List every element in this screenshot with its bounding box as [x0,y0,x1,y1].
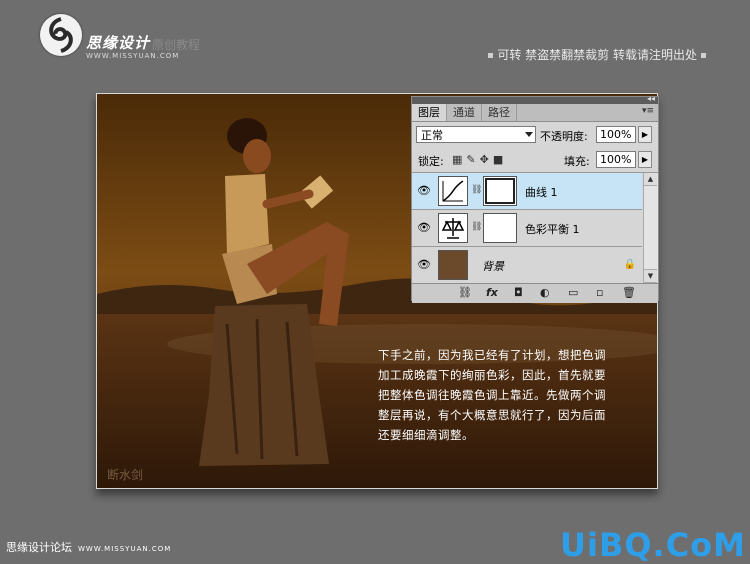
padlock-icon: 🔒 [623,259,636,270]
lock-move-icon[interactable]: ✥ [480,153,493,166]
fill-label: 填充: [564,155,590,168]
uibq-logo: UiBQ.CoM [559,526,746,564]
lock-options[interactable]: ▦✎✥■ [452,153,507,166]
logo-subtitle: 原创教程 [152,38,201,52]
scroll-down-icon[interactable]: ▼ [644,269,657,283]
background-thumb [438,250,468,280]
adjustment-icon[interactable]: ◐ [540,286,550,299]
mask-icon[interactable]: ◘ [514,286,523,299]
photo-watermark: 断水剑 [107,468,144,482]
lock-brush-icon[interactable]: ✎ [466,153,479,166]
layer-name[interactable]: 色彩平衡 1 [525,221,580,237]
eye-icon[interactable]: 👁 [416,183,432,199]
tab-channels[interactable]: 通道 [447,104,482,121]
layers-list: 👁 ⛓ 曲线 1 👁 ⛓ 色彩平衡 1 👁 背景 🔒 ▲ ▼ [412,173,658,284]
collapse-icon[interactable]: ◂◂ [647,94,655,103]
caption-line: 下手之前，因为我已经有了计划，想把色调 [378,348,606,362]
new-layer-icon[interactable]: ▫ [596,286,603,299]
caption-line: 还要细细滴调整。 [378,428,474,442]
opacity-arrow-icon[interactable]: ▶ [638,126,652,143]
site-logo[interactable]: 思缘设计 原创教程 WWW.MISSYUAN.COM [40,14,240,64]
logo-swirl-icon [40,14,82,56]
fill-input[interactable]: 100% [596,151,636,168]
layer-background[interactable]: 👁 背景 🔒 [412,247,642,284]
logo-url: WWW.MISSYUAN.COM [86,52,180,60]
curves-icon [438,176,468,206]
opacity-input[interactable]: 100% [596,126,636,143]
dropdown-arrow-icon [525,132,533,137]
bullet-square-icon [488,53,494,58]
layer-mask-thumb[interactable] [483,176,517,206]
lock-transparent-icon[interactable]: ▦ [452,153,466,166]
caption-line: 加工成晚霞下的绚丽色彩，因此，首先就要 [378,368,606,382]
bullet-square-icon [701,53,706,58]
forum-name: 思缘设计论坛 [6,541,72,554]
link-icon[interactable]: ⛓ [458,286,472,299]
panel-title-bar[interactable]: ◂◂ [412,94,658,104]
forum-footer: 思缘设计论坛 WWW.MISSYUAN.COM [6,539,171,555]
lock-label: 锁定: [418,155,444,168]
caption-line: 把整体色调往晚霞色调上靠近。先做两个调 [378,388,606,402]
opacity-label: 不透明度: [540,130,588,143]
tutorial-caption: 下手之前，因为我已经有了计划，想把色调 加工成晚霞下的绚丽色彩，因此，首先就要 … [378,345,648,445]
logo-brand-text: 思缘设计 [86,34,151,52]
layer-color-balance[interactable]: 👁 ⛓ 色彩平衡 1 [412,210,642,247]
lock-row: 锁定: ▦✎✥■ 填充: 100% ▶ [412,148,658,173]
layer-name[interactable]: 曲线 1 [525,184,558,200]
layer-name[interactable]: 背景 [482,258,504,274]
layers-panel: ◂◂ 图层 通道 路径 ▾≡ 正常 不透明度: 100% ▶ 锁定: ▦✎✥■ … [411,94,659,303]
link-chain-icon[interactable]: ⛓ [471,185,482,195]
eye-icon[interactable]: 👁 [416,220,432,236]
trash-icon[interactable]: 🗑 [622,286,636,299]
copyright-notice: 可转 禁盗禁翻禁裁剪 转载请注明出处 [484,46,710,63]
panel-tabs: 图层 通道 路径 ▾≡ [412,104,658,122]
folder-icon[interactable]: ▭ [568,286,578,299]
blend-mode-select[interactable]: 正常 [416,126,536,143]
forum-url: WWW.MISSYUAN.COM [78,545,172,553]
eye-icon[interactable]: 👁 [416,257,432,273]
notice-text: 可转 禁盗禁翻禁裁剪 转载请注明出处 [497,48,697,62]
layer-curves[interactable]: 👁 ⛓ 曲线 1 [412,173,642,210]
blend-row: 正常 不透明度: 100% ▶ [412,122,658,148]
link-chain-icon[interactable]: ⛓ [471,222,482,232]
tab-layers[interactable]: 图层 [412,104,447,121]
fill-arrow-icon[interactable]: ▶ [638,151,652,168]
tab-paths[interactable]: 路径 [482,104,517,121]
lock-all-icon[interactable]: ■ [493,153,507,166]
blend-mode-value: 正常 [421,129,443,142]
caption-line: 整层再说，有个大概意思就行了，因为后面 [378,408,606,422]
fx-icon[interactable]: fx [486,286,498,299]
panel-bottom-bar: ⛓ fx ◘ ◐ ▭ ▫ 🗑 [412,283,658,303]
panel-menu-icon[interactable]: ▾≡ [642,106,654,116]
layers-scrollbar[interactable]: ▲ ▼ [643,173,658,283]
scroll-up-icon[interactable]: ▲ [644,173,657,186]
layer-mask-thumb[interactable] [483,213,517,243]
balance-scale-icon [438,213,468,243]
